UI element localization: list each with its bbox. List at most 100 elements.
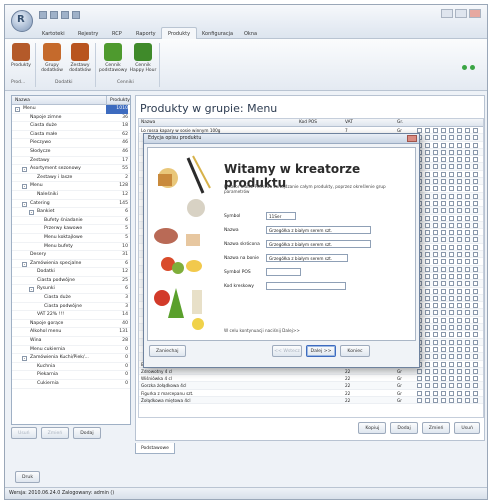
row-checkbox[interactable] <box>457 332 462 338</box>
dialog-close-icon[interactable] <box>407 135 417 142</box>
group-tree[interactable]: Nazwa Produkty - Menu 1010 Napoje zimne 36 Ci… <box>11 95 131 425</box>
tree-item[interactable]: Menu koktajlowe 5 <box>12 234 130 243</box>
row-checkbox[interactable] <box>465 237 470 243</box>
tree-item[interactable]: Przerwy kawowe 5 <box>12 225 130 234</box>
tree-item[interactable]: - Menu 128 <box>12 182 130 191</box>
tree-item[interactable]: Ciasta duże 18 <box>12 122 130 131</box>
row-checkbox[interactable] <box>449 237 454 243</box>
row-checkbox[interactable] <box>441 179 446 185</box>
row-checkbox[interactable] <box>449 157 454 163</box>
row-checkbox[interactable] <box>457 171 462 177</box>
tree-header-name[interactable]: Nazwa <box>12 96 30 104</box>
tab-konfiguracja[interactable]: Konfiguracja <box>195 27 240 39</box>
row-checkbox[interactable] <box>425 179 430 185</box>
row-checkbox[interactable] <box>441 295 446 301</box>
undo-icon[interactable] <box>50 11 58 19</box>
row-checkbox[interactable] <box>449 383 454 389</box>
row-checkbox[interactable] <box>449 252 454 258</box>
row-checkbox[interactable] <box>465 310 470 316</box>
row-checkbox[interactable] <box>441 361 446 367</box>
maximize-icon[interactable] <box>455 9 467 18</box>
row-checkbox[interactable] <box>425 346 430 352</box>
row-checkbox[interactable] <box>441 259 446 265</box>
row-checkbox[interactable] <box>457 266 462 272</box>
row-checkbox[interactable] <box>425 128 430 133</box>
tree-item[interactable]: Cukiernia 0 <box>12 380 130 389</box>
tree-header-count[interactable]: Produkty <box>106 96 130 104</box>
tab-okna[interactable]: Okna <box>237 27 264 39</box>
row-checkbox[interactable] <box>433 179 438 185</box>
dropdown-icon[interactable] <box>72 11 80 19</box>
collapse-icon[interactable]: - <box>22 184 27 190</box>
field-input[interactable]: 11Ser <box>266 212 296 220</box>
tree-item[interactable]: Słodycze 46 <box>12 148 130 157</box>
row-checkbox[interactable] <box>449 281 454 287</box>
row-checkbox[interactable] <box>441 171 446 177</box>
row-checkbox[interactable] <box>465 208 470 214</box>
column-header-vat[interactable]: VAT <box>345 120 353 125</box>
row-checkbox[interactable] <box>433 149 438 155</box>
row-checkbox[interactable] <box>449 230 454 236</box>
row-checkbox[interactable] <box>457 244 462 250</box>
tree-item[interactable]: Pieczywo 46 <box>12 139 130 148</box>
addon-sets-button[interactable]: Zestawy dodatków <box>67 43 93 73</box>
tree-item[interactable]: Ciasta podwójne 3 <box>12 303 130 312</box>
table-row[interactable]: Żołądkowa miętowa 4cl 22 Gr <box>139 396 483 405</box>
row-checkbox[interactable] <box>465 200 470 206</box>
tab-rcp[interactable]: RCP <box>105 27 129 39</box>
row-checkbox[interactable] <box>465 332 470 338</box>
finish-button[interactable]: Koniec <box>340 345 370 357</box>
tree-item[interactable]: VAT 22% !!! 14 <box>12 311 130 320</box>
row-checkbox[interactable] <box>457 325 462 331</box>
row-checkbox[interactable] <box>473 259 478 265</box>
minimize-icon[interactable] <box>441 9 453 18</box>
row-checkbox[interactable] <box>425 390 430 396</box>
row-checkbox[interactable] <box>433 383 438 389</box>
row-checkbox[interactable] <box>465 128 470 133</box>
row-checkbox[interactable] <box>425 266 430 272</box>
row-checkbox[interactable] <box>425 135 430 141</box>
row-checkbox[interactable] <box>465 368 470 374</box>
tree-item[interactable]: - Menu 1010 <box>12 105 130 114</box>
row-checkbox[interactable] <box>425 237 430 243</box>
row-checkbox[interactable] <box>441 157 446 163</box>
row-checkbox[interactable] <box>449 142 454 148</box>
row-checkbox[interactable] <box>449 376 454 382</box>
row-checkbox[interactable] <box>473 346 478 352</box>
collapse-icon[interactable]: - <box>22 261 27 267</box>
row-checkbox[interactable] <box>473 383 478 389</box>
row-checkbox[interactable] <box>441 266 446 272</box>
row-checkbox[interactable] <box>441 244 446 250</box>
row-checkbox[interactable] <box>433 259 438 265</box>
row-checkbox[interactable] <box>433 303 438 309</box>
row-checkbox[interactable] <box>425 252 430 258</box>
table-row[interactable]: Wiśniówka 4 cl 22 Gr <box>139 375 483 383</box>
row-checkbox[interactable] <box>433 397 438 403</box>
row-checkbox[interactable] <box>465 266 470 272</box>
row-checkbox[interactable] <box>433 346 438 352</box>
row-checkbox[interactable] <box>473 149 478 155</box>
row-checkbox[interactable] <box>425 310 430 316</box>
row-checkbox[interactable] <box>433 339 438 345</box>
table-row[interactable]: Zdrowotny 4 cl 22 Gr <box>139 367 483 376</box>
row-checkbox[interactable] <box>473 397 478 403</box>
row-checkbox[interactable] <box>473 128 478 133</box>
tree-item[interactable]: - Zamówienia Kuchi/Piek/... 0 <box>12 354 130 363</box>
row-checkbox[interactable] <box>425 361 430 367</box>
row-checkbox[interactable] <box>457 149 462 155</box>
tree-edit-button[interactable]: Zmień <box>40 427 70 439</box>
row-checkbox[interactable] <box>465 317 470 323</box>
row-checkbox[interactable] <box>457 354 462 360</box>
row-checkbox[interactable] <box>449 200 454 206</box>
row-checkbox[interactable] <box>473 142 478 148</box>
products-button[interactable]: Produkty <box>9 43 33 68</box>
row-checkbox[interactable] <box>441 208 446 214</box>
row-checkbox[interactable] <box>441 273 446 279</box>
row-checkbox[interactable] <box>425 317 430 323</box>
next-button[interactable]: Dalej >> <box>306 345 336 357</box>
row-checkbox[interactable] <box>441 332 446 338</box>
row-checkbox[interactable] <box>449 259 454 265</box>
column-header-pos-code[interactable]: Kod POS <box>299 120 317 125</box>
row-checkbox[interactable] <box>433 171 438 177</box>
row-checkbox[interactable] <box>473 325 478 331</box>
